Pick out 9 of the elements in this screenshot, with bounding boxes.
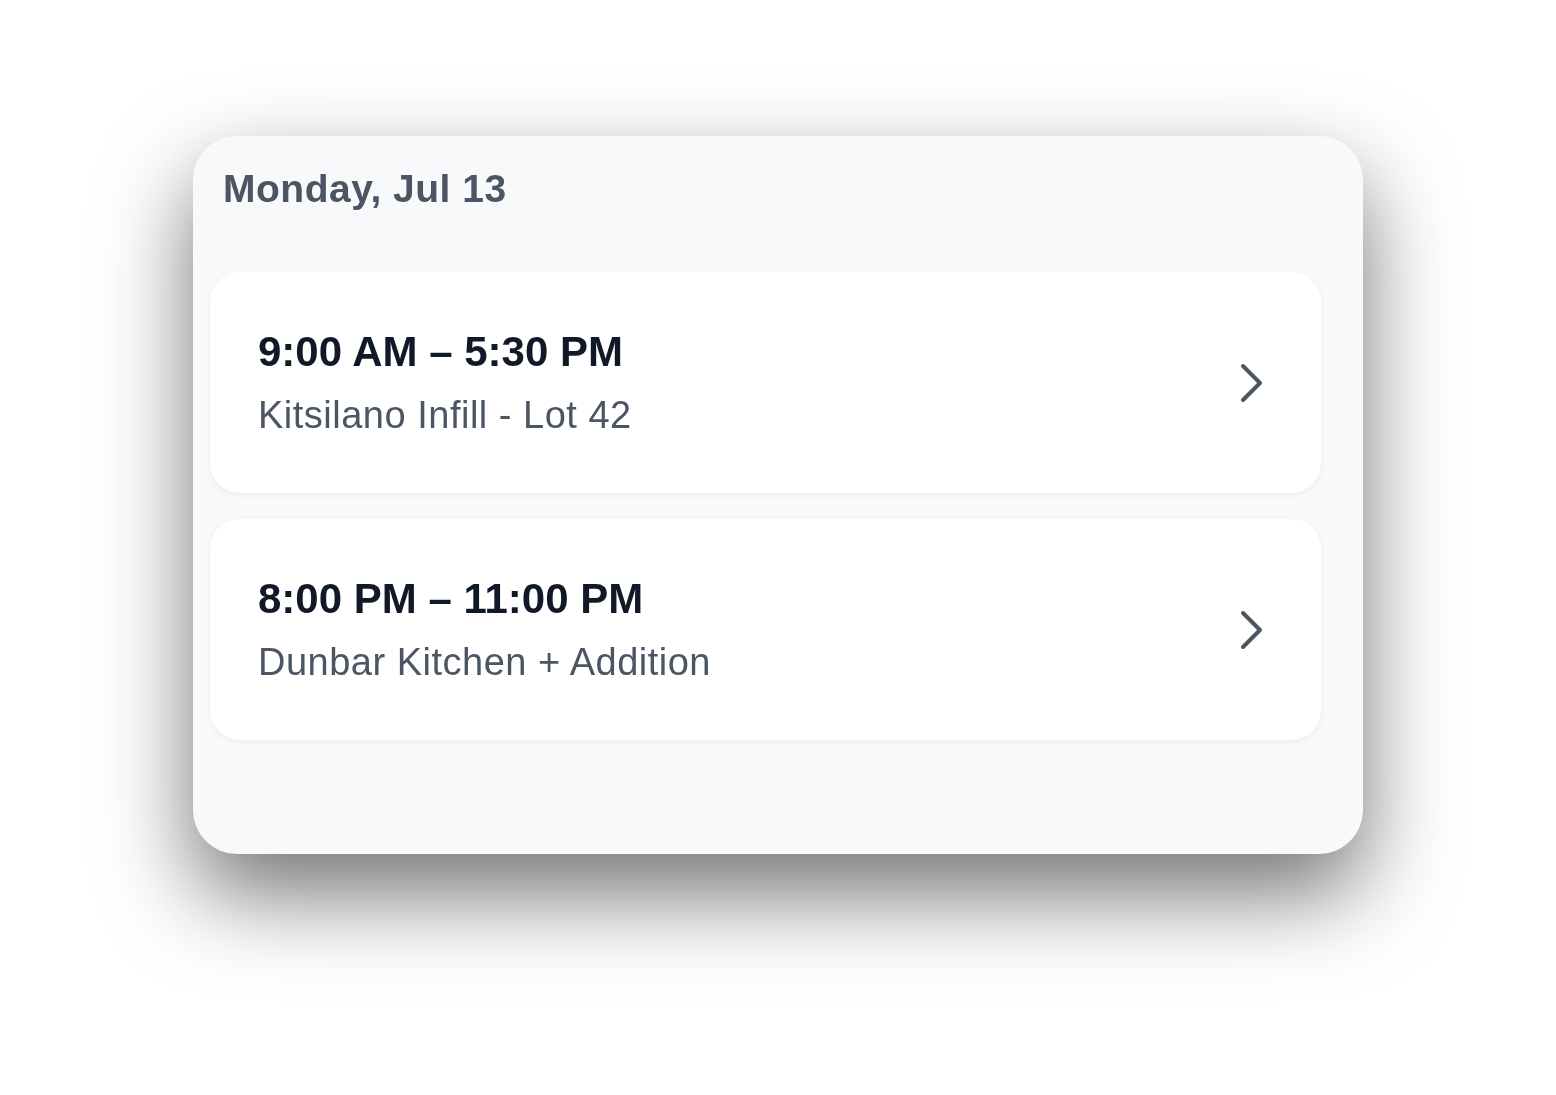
chevron-right-icon	[1239, 362, 1265, 403]
project-name: Kitsilano Infill - Lot 42	[258, 392, 633, 438]
project-name: Dunbar Kitchen + Addition	[258, 639, 712, 685]
day-header: Monday, Jul 13	[222, 166, 508, 212]
shift-time: 9:00 AM – 5:30 PM	[258, 327, 624, 376]
shift-card[interactable]: 8:00 PM – 11:00 PM Dunbar Kitchen + Addition	[210, 519, 1321, 740]
chevron-right-icon	[1239, 609, 1265, 650]
shift-time: 8:00 PM – 11:00 PM	[258, 574, 645, 623]
shift-card[interactable]: 9:00 AM – 5:30 PM Kitsilano Infill - Lot 42	[210, 272, 1321, 493]
